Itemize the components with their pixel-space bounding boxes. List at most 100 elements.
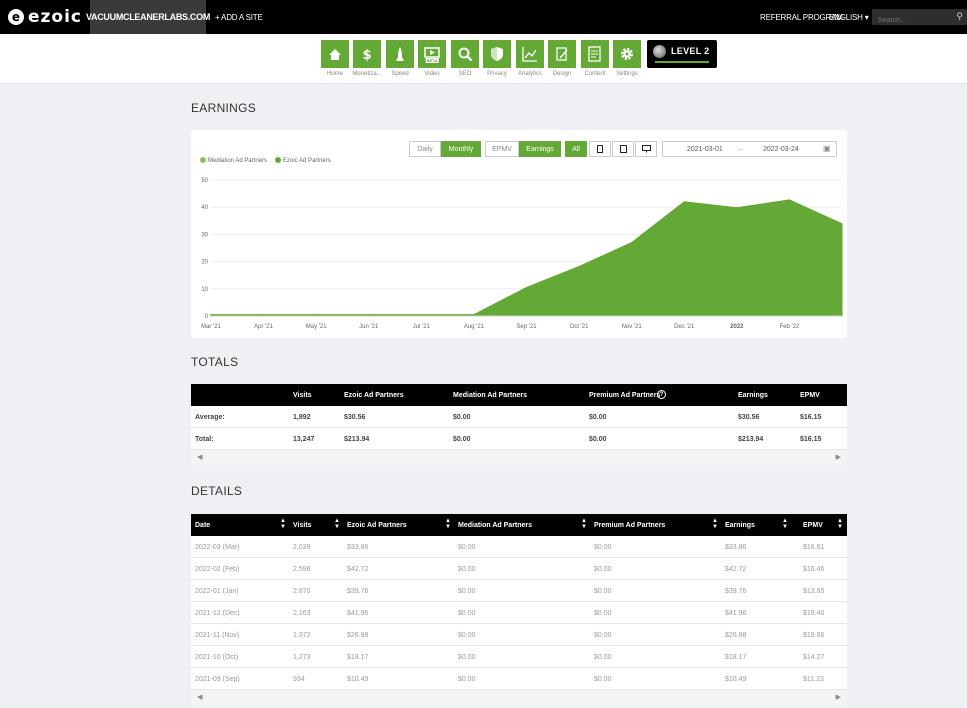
device-all-button[interactable]: All (565, 141, 587, 157)
table-cell: $0.00 (458, 587, 476, 595)
daily-button[interactable]: Daily (409, 141, 441, 157)
nav-item-seo[interactable]: SEO (449, 40, 481, 77)
column-header: Ezoic Ad Partners (344, 391, 404, 399)
table-cell: $39.76 (347, 587, 369, 595)
column-header: Visits (293, 391, 312, 399)
y-tick-label: 50 (201, 178, 208, 184)
device-mobile-button[interactable] (589, 141, 611, 157)
nav-item-design[interactable]: Design (546, 40, 578, 77)
language-dropdown[interactable]: ENGLISH ▾ (829, 13, 869, 22)
ezoic-logo[interactable]: e ezoic (8, 7, 82, 27)
legend-item-mediation[interactable]: Mediation Ad Partners (200, 157, 267, 164)
table-cell: $16.61 (803, 543, 825, 551)
date-range-picker[interactable]: 2021-03-01 – 2022-03-24 ▣ (662, 141, 837, 157)
table-header-row: Visits Ezoic Ad Partners Mediation Ad Part… (191, 384, 847, 406)
table-cell: $0.00 (594, 565, 612, 573)
table-cell: $13.85 (803, 587, 825, 595)
nav-item-home[interactable]: Home (319, 40, 351, 77)
scroll-left-icon[interactable]: ◀ (197, 693, 202, 701)
table-cell: $0.00 (594, 587, 612, 595)
search-input[interactable] (872, 12, 952, 29)
legend-item-ezoic[interactable]: Ezoic Ad Partners (275, 157, 331, 164)
device-desktop-button[interactable] (635, 141, 657, 157)
sort-icon[interactable]: ▲ ▼ (837, 518, 843, 530)
help-icon[interactable]: ? (657, 390, 666, 399)
gear-icon (613, 40, 641, 68)
column-header[interactable]: Premium Ad Partners (594, 514, 665, 536)
nav-item-monetiza[interactable]: $ Monetiza... (351, 40, 383, 77)
nav-item-settings[interactable]: Settings (611, 40, 643, 77)
calendar-icon[interactable]: ▣ (823, 144, 831, 153)
column-header[interactable]: Mediation Ad Partners (458, 514, 532, 536)
monthly-button[interactable]: Monthly (441, 141, 481, 157)
magnifier-icon (451, 40, 479, 68)
sort-icon[interactable]: ▲ ▼ (782, 518, 788, 530)
data-point (631, 241, 633, 244)
document-icon (581, 40, 609, 68)
svg-text:$: $ (362, 48, 371, 62)
data-point (683, 201, 685, 203)
table-cell: 2022-01 (Jan) (195, 587, 239, 595)
horizontal-scrollbar[interactable]: ◀ ▶ (191, 450, 847, 466)
add-site-link[interactable]: + ADD A SITE (215, 13, 263, 22)
y-tick-label: 0 (205, 314, 209, 320)
x-tick-label: Dec '21 (674, 324, 695, 330)
table-cell: 2021-11 (Nov) (195, 631, 240, 639)
earnings-button[interactable]: Earnings (519, 141, 561, 157)
column-header[interactable]: Visits (293, 514, 312, 536)
details-table: Date ▲ ▼ Visits ▲ ▼ Ezoic Ad Partners ▲ ▼ Mediati… (191, 514, 847, 706)
level-disc-icon (653, 45, 666, 58)
site-selector-tab[interactable]: VACUUMCLEANERLABS.COM (86, 0, 210, 34)
table-cell: $0.00 (594, 653, 612, 661)
table-cell: $30.56 (344, 413, 366, 421)
nav-item-video[interactable]: BETA Video (416, 40, 448, 77)
sort-icon[interactable]: ▲ ▼ (445, 518, 451, 530)
table-cell: $0.00 (453, 435, 471, 443)
data-point (578, 265, 580, 268)
data-point (788, 199, 791, 201)
table-cell: Average: (195, 413, 225, 421)
table-cell: $0.00 (594, 675, 612, 683)
table-cell: 2022-03 (Mar) (195, 543, 240, 551)
level-badge[interactable]: LEVEL 2 (647, 40, 717, 68)
search-box: ⚲ (872, 9, 967, 29)
level-progress-bar (655, 61, 709, 63)
table-cell: 1,273 (293, 653, 311, 661)
dollar-icon: $ (353, 40, 381, 68)
column-header[interactable]: Earnings (725, 514, 755, 536)
table-cell: $16.15 (800, 413, 822, 421)
column-header: Earnings (738, 391, 768, 399)
data-point (736, 207, 738, 209)
search-icon[interactable]: ⚲ (956, 11, 963, 22)
table-row: 2021-09 (Sep) 934 $10.49 $0.00 $0.00 $10.49 $1… (191, 668, 847, 690)
table-cell: $0.00 (458, 609, 476, 617)
chart-legend: Mediation Ad Partners Ezoic Ad Partners (200, 157, 331, 164)
sort-icon[interactable]: ▲ ▼ (581, 518, 587, 530)
table-cell: 2021-09 (Sep) (195, 675, 240, 683)
x-tick-label: Apr '21 (254, 324, 273, 330)
nav-item-content[interactable]: Content (579, 40, 611, 77)
logo-mark-icon: e (8, 9, 24, 25)
scroll-left-icon[interactable]: ◀ (197, 453, 202, 461)
nav-item-speed[interactable]: Speed (384, 40, 416, 77)
scroll-right-icon[interactable]: ▶ (836, 693, 841, 701)
horizontal-scrollbar[interactable]: ◀ ▶ (191, 690, 847, 706)
table-row: 2022-03 (Mar) 2,039 $33.86 $0.00 $0.00 $33.86… (191, 536, 847, 558)
sort-icon[interactable]: ▲ ▼ (280, 518, 286, 530)
scroll-right-icon[interactable]: ▶ (836, 453, 841, 461)
table-cell: 13,247 (293, 435, 315, 443)
column-header[interactable]: Ezoic Ad Partners (347, 514, 407, 536)
column-header[interactable]: EPMV (803, 514, 823, 536)
date-to: 2022-03-24 (763, 146, 799, 153)
nav-item-privacy[interactable]: Privacy (481, 40, 513, 77)
nav-item-analytics[interactable]: Analytics (514, 40, 546, 77)
table-cell: $26.98 (347, 631, 369, 639)
legend-dot-icon (275, 157, 282, 163)
device-tablet-button[interactable] (612, 141, 634, 157)
nav-item-label: SEO (458, 71, 472, 77)
x-tick-label: Jul '21 (413, 324, 431, 330)
sort-icon[interactable]: ▲ ▼ (334, 518, 340, 530)
column-header[interactable]: Date (195, 514, 210, 536)
sort-icon[interactable]: ▲ ▼ (712, 518, 718, 530)
epmv-button[interactable]: EPMV (485, 141, 519, 157)
